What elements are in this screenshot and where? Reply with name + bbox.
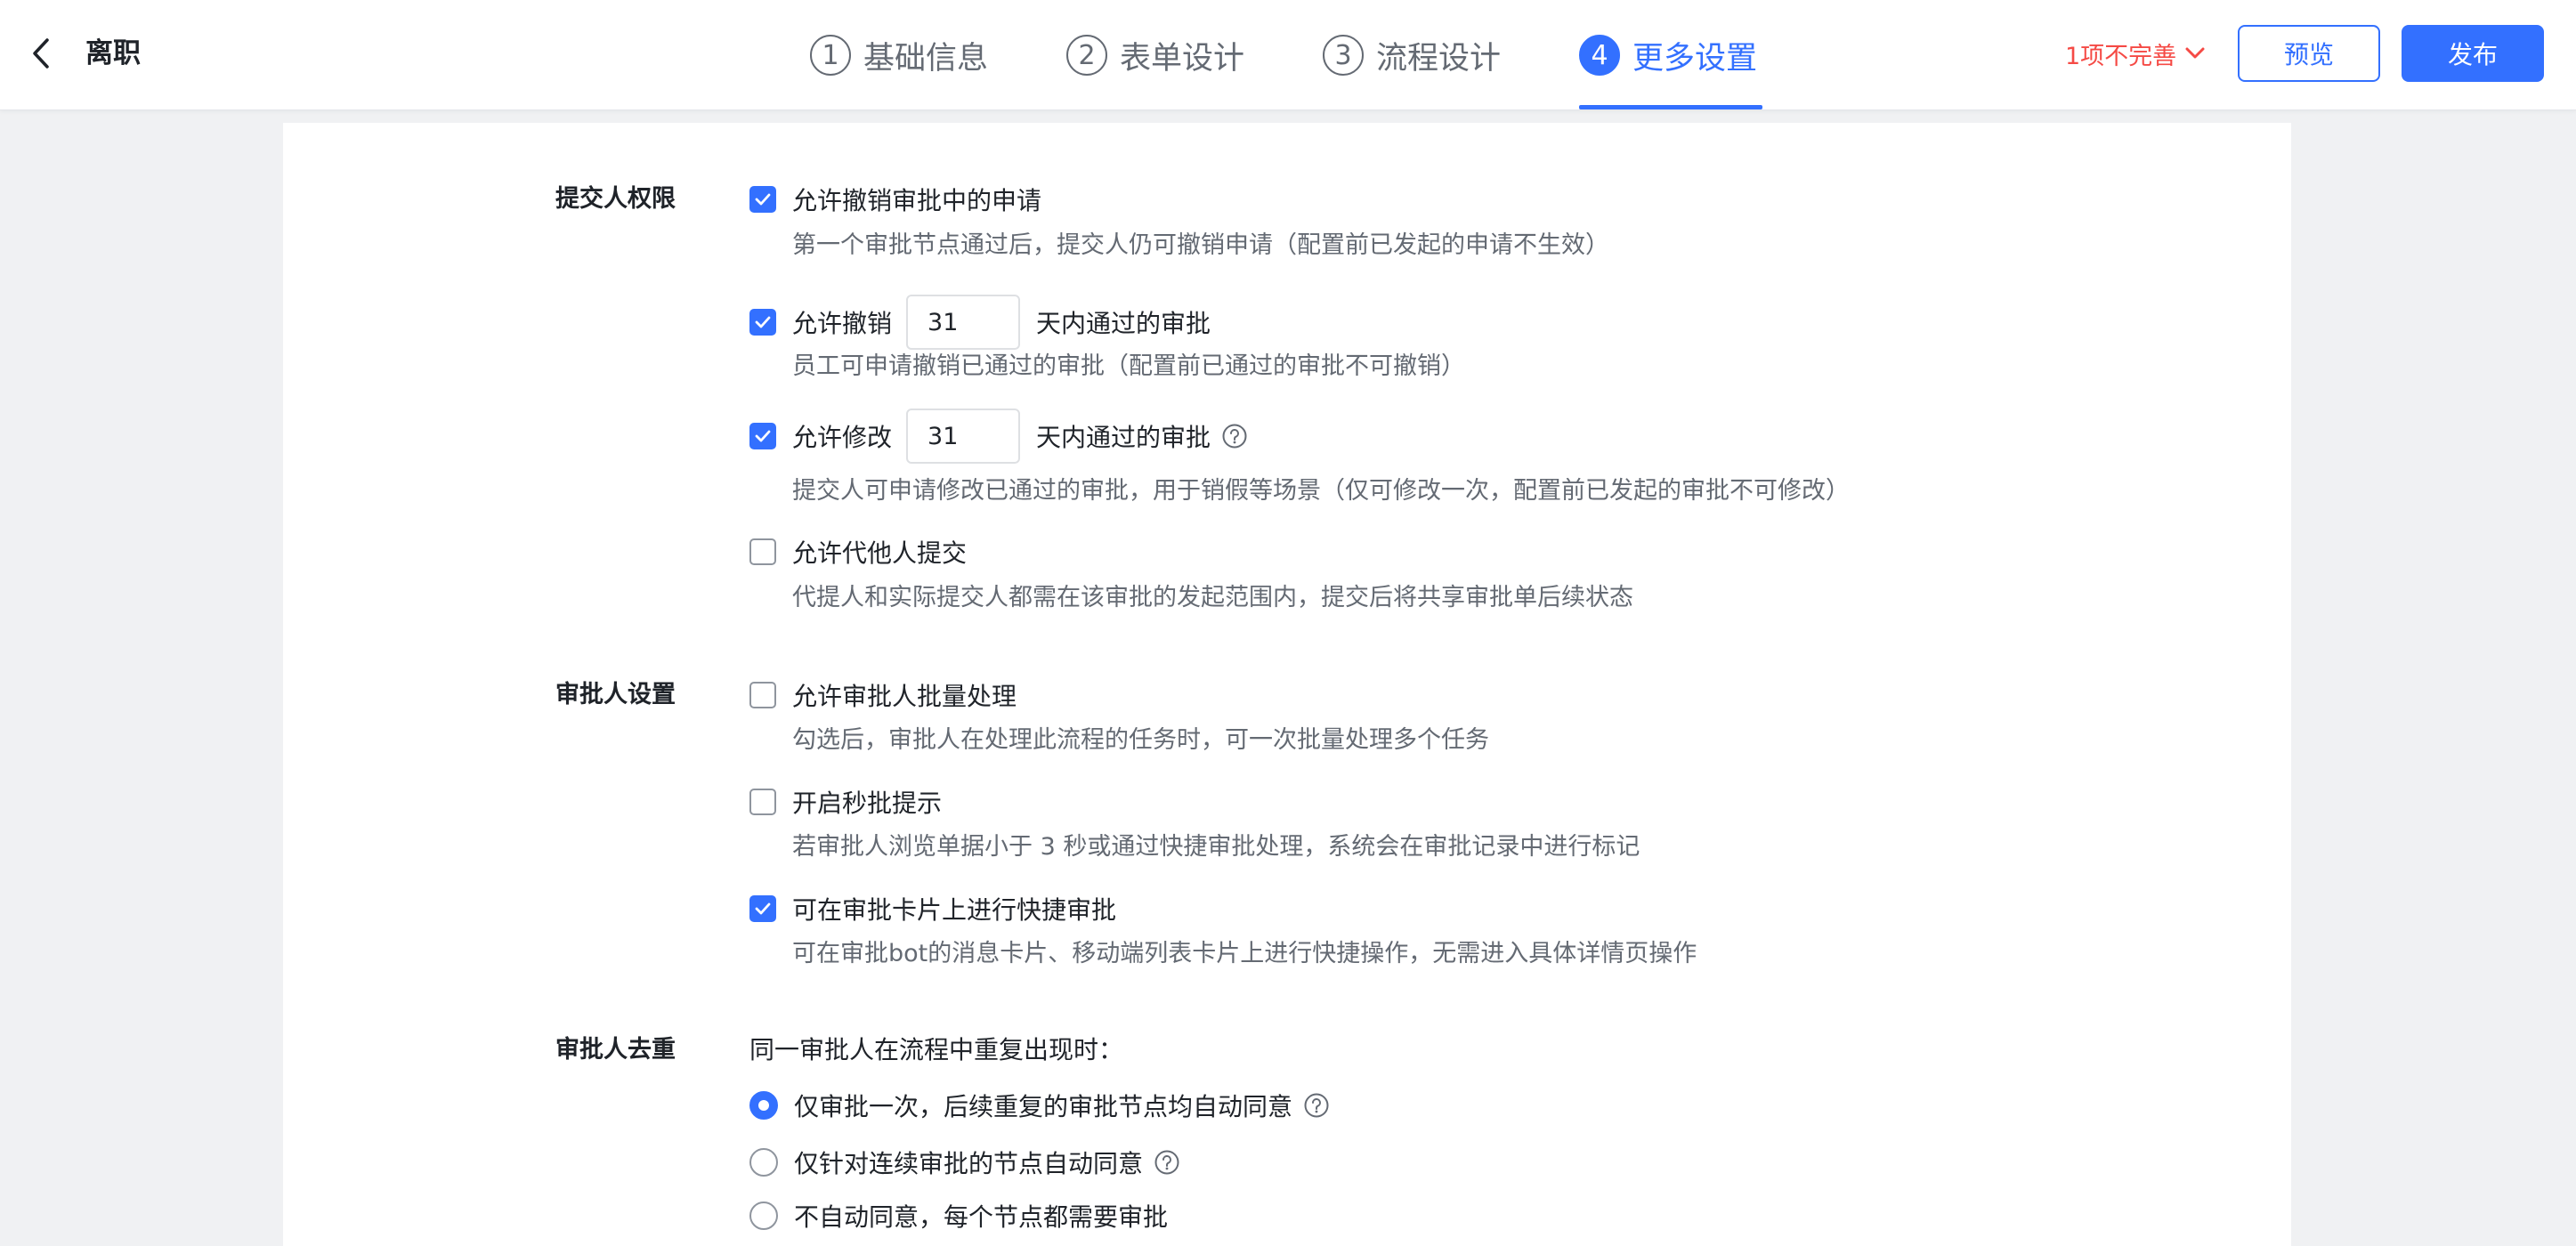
chevron-down-icon [2185,47,2205,59]
active-step-indicator [1579,105,1762,109]
checkbox[interactable] [749,682,776,708]
step-label: 基础信息 [863,40,989,77]
option-label: 仅针对连续审批的节点自动同意 [794,1149,1144,1178]
step-form-design[interactable]: 2 表单设计 [1066,30,1244,80]
radio[interactable] [749,1202,778,1230]
option-allow-revoke-approved: 允许撤销 天内通过的审批 [749,294,1211,351]
option-allow-revoke-pending: 允许撤销审批中的申请 [749,182,1041,217]
step-number: 1 [810,35,851,76]
preview-button[interactable]: 预览 [2238,25,2380,82]
top-header: 离职 1 基础信息 2 表单设计 3 流程设计 4 更多设置 1项不完善 预览 … [0,0,2576,110]
option-desc: 若审批人浏览单据小于 3 秒或通过快捷审批处理，系统会在审批记录中进行标记 [792,833,1640,861]
option-suffix: 天内通过的审批 [1036,309,1211,338]
option-suffix: 天内通过的审批 [1036,423,1211,452]
option-label: 仅审批一次，后续重复的审批节点均自动同意 [794,1092,1293,1121]
help-icon[interactable] [1303,1092,1330,1119]
step-basic-info[interactable]: 1 基础信息 [810,30,988,80]
revoke-days-input[interactable] [906,295,1021,350]
option-desc: 第一个审批节点通过后，提交人仍可撤销申请（配置前已发起的申请不生效） [792,231,1609,259]
option-label: 允许代他人提交 [792,538,968,568]
radio-consecutive-only: 仅针对连续审批的节点自动同意 [749,1145,1180,1180]
option-desc: 提交人可申请修改已通过的审批，用于销假等场景（仅可修改一次，配置前已发起的审批不… [792,477,1850,505]
option-card-quick-approve: 可在审批卡片上进行快捷审批 [749,891,1116,926]
checkbox[interactable] [749,309,776,336]
modify-days-input[interactable] [906,409,1021,464]
option-desc: 勾选后，审批人在处理此流程的任务时，可一次批量处理多个任务 [792,726,1489,754]
option-desc: 员工可申请撤销已通过的审批（配置前已通过的审批不可撤销） [792,352,1465,380]
option-label: 可在审批卡片上进行快捷审批 [792,895,1117,925]
step-flow-design[interactable]: 3 流程设计 [1323,30,1501,80]
step-label: 流程设计 [1376,40,1502,77]
radio[interactable] [749,1091,778,1120]
step-label: 表单设计 [1120,40,1245,77]
radio-no-auto-approve: 不自动同意，每个节点都需要审批 [749,1198,1168,1234]
step-label: 更多设置 [1632,40,1758,77]
checkbox[interactable] [749,423,776,449]
option-label: 允许审批人批量处理 [792,682,1017,711]
check-icon [755,902,771,915]
check-icon [755,430,771,442]
publish-button[interactable]: 发布 [2402,25,2544,82]
radio-approve-once: 仅审批一次，后续重复的审批节点均自动同意 [749,1088,1330,1123]
section-label-dedupe: 审批人去重 [555,1036,676,1064]
check-icon [755,193,771,206]
step-more-settings[interactable]: 4 更多设置 [1579,30,1757,80]
option-batch-process: 允许审批人批量处理 [749,677,1017,713]
option-desc: 可在审批bot的消息卡片、移动端列表卡片上进行快捷操作，无需进入具体详情页操作 [792,940,1697,967]
option-desc: 代提人和实际提交人都需在该审批的发起范围内，提交后将共享审批单后续状态 [792,584,1633,611]
checkbox[interactable] [749,895,776,922]
option-quick-approve-alert: 开启秒批提示 [749,784,942,820]
option-label: 允许撤销审批中的申请 [792,186,1042,215]
incomplete-label: 1项不完善 [2065,42,2177,70]
dedupe-intro: 同一审批人在流程中重复出现时： [749,1035,1124,1064]
step-number: 4 [1579,35,1620,76]
incomplete-warning[interactable]: 1项不完善 [2065,34,2205,73]
section-label-submitter: 提交人权限 [555,185,676,213]
option-allow-proxy-submit: 允许代他人提交 [749,534,967,570]
step-number: 3 [1323,35,1364,76]
radio[interactable] [749,1148,778,1177]
checkbox[interactable] [749,186,776,213]
help-icon[interactable] [1154,1149,1180,1176]
section-label-approver: 审批人设置 [555,681,676,708]
option-label: 允许修改 [792,423,893,452]
option-label: 允许撤销 [792,309,893,338]
step-number: 2 [1066,35,1107,76]
option-allow-modify: 允许修改 天内通过的审批 [749,408,1248,465]
option-label: 开启秒批提示 [792,789,943,818]
option-label: 不自动同意，每个节点都需要审批 [794,1202,1169,1232]
checkbox[interactable] [749,538,776,565]
check-icon [755,316,771,328]
help-icon[interactable] [1221,423,1248,449]
checkbox[interactable] [749,789,776,815]
